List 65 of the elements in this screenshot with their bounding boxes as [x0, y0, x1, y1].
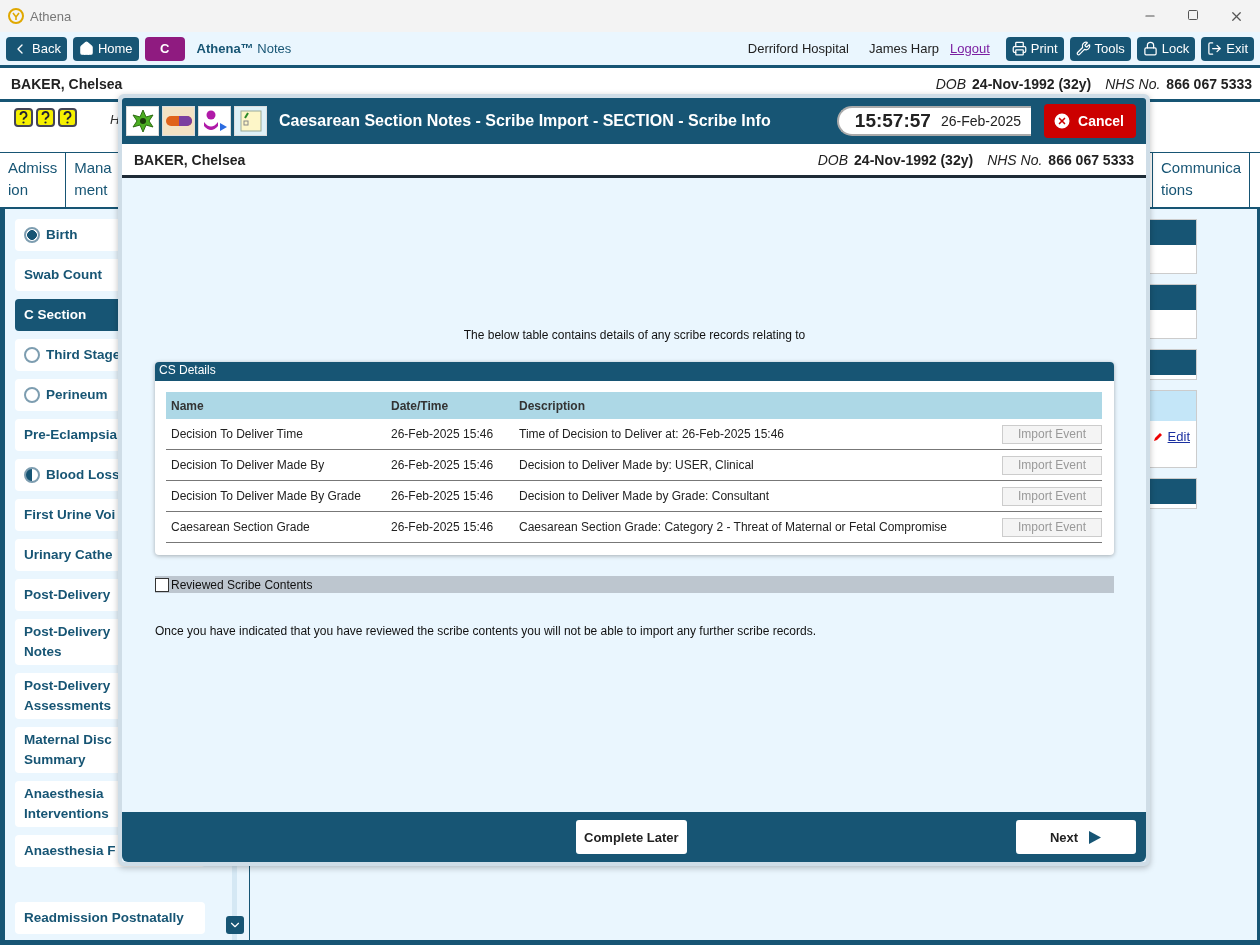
sidebar-item[interactable]: Readmission Postnatally — [15, 902, 205, 934]
table-cell: Caesarean Section Grade — [166, 512, 386, 543]
patient-name: BAKER, Chelsea — [11, 75, 123, 92]
table-cell: 26-Feb-2025 15:46 — [386, 481, 514, 512]
column-header: Name — [166, 392, 386, 419]
reviewed-checkbox[interactable] — [155, 577, 169, 592]
home-button[interactable]: Home — [72, 36, 139, 61]
lock-button[interactable]: Lock — [1136, 36, 1196, 61]
table-cell: Caesarean Section Grade: Category 2 - Threat of Maternal or Fetal Compromise — [514, 512, 990, 543]
dob-label: DOB — [935, 75, 967, 92]
location-text: Derriford Hospital — [747, 41, 849, 56]
print-button[interactable]: Print — [1005, 36, 1064, 61]
scroll-down-button[interactable] — [225, 916, 244, 934]
clock-date: 26-Feb-2025 — [940, 113, 1022, 129]
wrench-icon — [1075, 41, 1091, 56]
next-button[interactable]: Next — [1016, 820, 1136, 854]
section-tab[interactable]: Communica tions — [1151, 153, 1250, 207]
help-icon[interactable] — [58, 108, 77, 127]
dob-value: 24-Nov-1992 (32y) — [972, 75, 1092, 92]
maximize-icon[interactable] — [1187, 8, 1199, 21]
app-name: Athena™ Notes — [196, 41, 292, 56]
nhs-number: 866 067 5333 — [1166, 75, 1252, 92]
nhs-label: NHS No. — [987, 151, 1043, 168]
table-cell: Time of Decision to Deliver at: 26-Feb-2025 15:46 — [514, 419, 990, 450]
dob-label: DOB — [817, 151, 849, 168]
logout-link[interactable]: Logout — [950, 41, 990, 56]
exit-icon — [1207, 41, 1223, 56]
table-cell: Decision To Deliver Time — [166, 419, 386, 450]
lock-icon — [1142, 41, 1158, 56]
nhs-number: 866 067 5333 — [1048, 151, 1134, 168]
patient-name: BAKER, Chelsea — [134, 151, 246, 168]
close-circle-icon — [1052, 111, 1073, 131]
pill-icon[interactable] — [162, 106, 195, 136]
help-icon[interactable] — [36, 108, 55, 127]
dob-value: 24-Nov-1992 (32y) — [854, 151, 974, 168]
column-header: Date/Time — [386, 392, 514, 419]
dialog-title: Caesarean Section Notes - Scribe Import - SECTION - Scribe Info — [279, 112, 771, 130]
app-logo-icon — [8, 8, 24, 24]
play-icon — [1088, 829, 1103, 845]
pencil-icon — [1151, 430, 1164, 443]
table-cell: Decision To Deliver Made By Grade — [166, 481, 386, 512]
cancel-button[interactable]: Cancel — [1044, 104, 1136, 138]
table-cell: 26-Feb-2025 15:46 — [386, 419, 514, 450]
panel-title: CS Details — [155, 362, 1114, 381]
table-cell: Decision to Deliver Made by: USER, Clinical — [514, 450, 990, 481]
table-cell: 26-Feb-2025 15:46 — [386, 450, 514, 481]
flower-icon[interactable] — [126, 106, 159, 136]
back-button[interactable]: Back — [6, 36, 67, 61]
nhs-label: NHS No. — [1105, 75, 1161, 92]
edit-link[interactable]: Edit — [1167, 429, 1190, 444]
context-button[interactable]: C — [144, 36, 185, 61]
clock-time: 15:57:57 — [854, 110, 931, 132]
user-name: James Harp — [868, 41, 939, 56]
intro-text: The below table contains details of any scribe records relating to — [462, 328, 807, 342]
tools-button[interactable]: Tools — [1069, 36, 1131, 61]
column-header: Description — [514, 392, 990, 419]
exit-button[interactable]: Exit — [1201, 36, 1254, 61]
table-cell: Decision To Deliver Made By — [166, 450, 386, 481]
help-icon[interactable] — [14, 108, 33, 127]
window-title: Athena — [30, 8, 72, 24]
home-icon — [78, 41, 94, 56]
printer-icon — [1011, 41, 1027, 56]
table-cell: 26-Feb-2025 15:46 — [386, 512, 514, 543]
table-cell: Decision to Deliver Made by Grade: Consultant — [514, 481, 990, 512]
complete-later-button[interactable]: Complete Later — [576, 820, 687, 854]
